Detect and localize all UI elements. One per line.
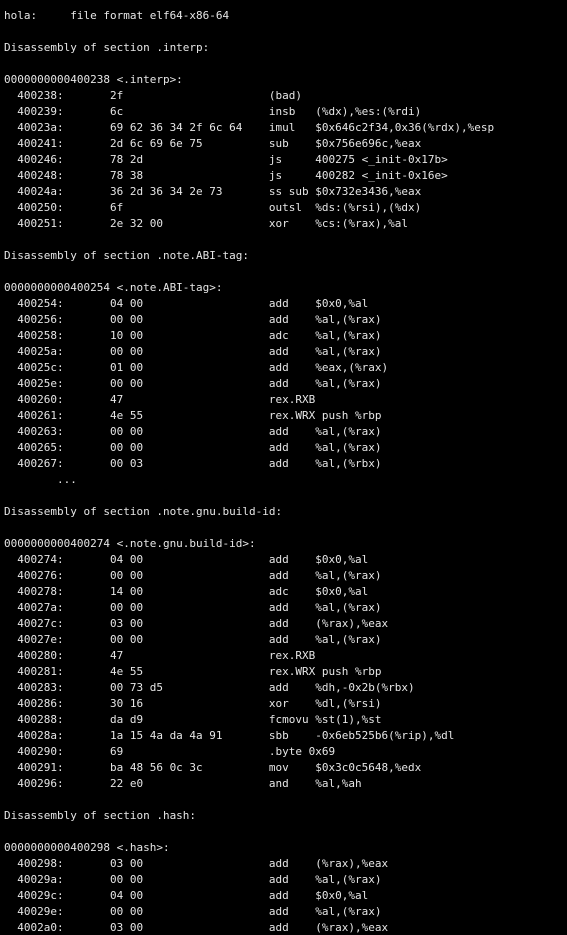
section-header: Disassembly of section .interp: <box>4 41 210 54</box>
section-header: Disassembly of section .note.ABI-tag: <box>4 249 250 262</box>
disassembly-line: 400238: 2f (bad) <box>4 89 316 102</box>
disassembly-line: 400296: 22 e0 and %al,%ah <box>4 777 362 790</box>
section-header: Disassembly of section .note.gnu.build-i… <box>4 505 283 518</box>
disassembly-line: 400278: 14 00 adc $0x0,%al <box>4 585 369 598</box>
disassembly-line: 400261: 4e 55 rex.WRX push %rbp <box>4 409 382 422</box>
terminal-output[interactable]: hola: file format elf64-x86-64 Disassembl… <box>0 0 567 935</box>
disassembly-line: 400251: 2e 32 00 xor %cs:(%rax),%al <box>4 217 408 230</box>
section-header: Disassembly of section .hash: <box>4 809 197 822</box>
disassembly-line: 400276: 00 00 add %al,(%rax) <box>4 569 382 582</box>
disassembly-line: 400267: 00 03 add %al,(%rbx) <box>4 457 382 470</box>
disassembly-line: 400258: 10 00 adc %al,(%rax) <box>4 329 382 342</box>
disassembly-line: 400298: 03 00 add (%rax),%eax <box>4 857 389 870</box>
disassembly-line: 40025c: 01 00 add %eax,(%rax) <box>4 361 389 374</box>
disassembly-line: 400239: 6c insb (%dx),%es:(%rdi) <box>4 105 422 118</box>
disassembly-line: 400256: 00 00 add %al,(%rax) <box>4 313 382 326</box>
disassembly-line: 400288: da d9 fcmovu %st(1),%st <box>4 713 382 726</box>
disassembly-line: 400281: 4e 55 rex.WRX push %rbp <box>4 665 382 678</box>
disassembly-line: 400283: 00 73 d5 add %dh,-0x2b(%rbx) <box>4 681 415 694</box>
disassembly-line: 400254: 04 00 add $0x0,%al <box>4 297 369 310</box>
disassembly-line: 400263: 00 00 add %al,(%rax) <box>4 425 382 438</box>
disassembly-line: 400265: 00 00 add %al,(%rax) <box>4 441 382 454</box>
disassembly-line: 400274: 04 00 add $0x0,%al <box>4 553 369 566</box>
symbol-label: 0000000000400238 <.interp>: <box>4 73 183 86</box>
disassembly-line: 40025a: 00 00 add %al,(%rax) <box>4 345 382 358</box>
disassembly-line: 400291: ba 48 56 0c 3c mov $0x3c0c5648,%… <box>4 761 422 774</box>
disassembly-line: 400290: 69 .byte 0x69 <box>4 745 336 758</box>
file-format-header: hola: file format elf64-x86-64 <box>4 9 230 22</box>
disassembly-line: 400286: 30 16 xor %dl,(%rsi) <box>4 697 382 710</box>
symbol-label: 0000000000400298 <.hash>: <box>4 841 170 854</box>
disassembly-line: 40024a: 36 2d 36 34 2e 73 ss sub $0x732e… <box>4 185 422 198</box>
disassembly-line: 40029c: 04 00 add $0x0,%al <box>4 889 369 902</box>
disassembly-line: 40027e: 00 00 add %al,(%rax) <box>4 633 382 646</box>
disassembly-line: 400246: 78 2d js 400275 <_init-0x17b> <box>4 153 448 166</box>
disassembly-line: 400248: 78 38 js 400282 <_init-0x16e> <box>4 169 448 182</box>
disassembly-line: 400241: 2d 6c 69 6e 75 sub $0x756e696c,%… <box>4 137 422 150</box>
disassembly-line: 40028a: 1a 15 4a da 4a 91 sbb -0x6eb525b… <box>4 729 455 742</box>
disassembly-line: 40027a: 00 00 add %al,(%rax) <box>4 601 382 614</box>
disassembly-line: 40025e: 00 00 add %al,(%rax) <box>4 377 382 390</box>
symbol-label: 0000000000400254 <.note.ABI-tag>: <box>4 281 223 294</box>
disassembly-line: 40027c: 03 00 add (%rax),%eax <box>4 617 389 630</box>
disassembly-line: 400250: 6f outsl %ds:(%rsi),(%dx) <box>4 201 422 214</box>
disassembly-line: 400280: 47 rex.RXB <box>4 649 316 662</box>
disassembly-line: 40023a: 69 62 36 34 2f 6c 64 imul $0x646… <box>4 121 495 134</box>
disassembly-line: 400260: 47 rex.RXB <box>4 393 316 406</box>
ellipsis-line: ... <box>4 473 77 486</box>
disassembly-line: 40029e: 00 00 add %al,(%rax) <box>4 905 382 918</box>
disassembly-line: 40029a: 00 00 add %al,(%rax) <box>4 873 382 886</box>
symbol-label: 0000000000400274 <.note.gnu.build-id>: <box>4 537 256 550</box>
disassembly-line: 4002a0: 03 00 add (%rax),%eax <box>4 921 389 934</box>
